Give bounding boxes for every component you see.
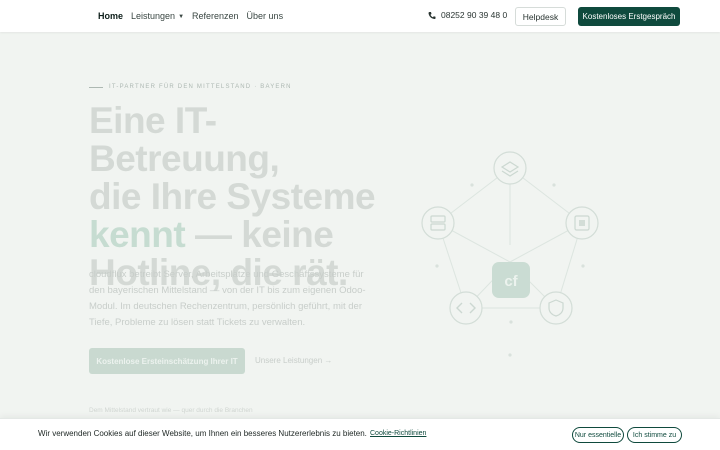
consultation-button[interactable]: Kostenloses Erstgespräch [578, 7, 680, 26]
headline-accent: kennt [89, 214, 186, 255]
cookie-text: Wir verwenden Cookies auf dieser Website… [38, 429, 367, 438]
phone-icon [428, 11, 436, 19]
nav-referenzen[interactable]: Referenzen [192, 11, 239, 21]
kicker-text: IT-PARTNER FÜR DEN MITTELSTAND · BAYERN [109, 84, 292, 90]
trust-text: Dem Mittelstand vertraut wie — quer durc… [89, 407, 253, 414]
services-link-label: Unsere Leistungen [255, 356, 323, 365]
essential-only-button[interactable]: Nur essentielle [572, 427, 624, 443]
service-diagram: cf [421, 151, 599, 357]
headline-line-1: Eine IT-Betreuung, [89, 100, 280, 179]
accept-cookies-button[interactable]: Ich stimme zu [627, 427, 682, 443]
server-icon [421, 206, 455, 240]
hero-kicker: IT-PARTNER FÜR DEN MITTELSTAND · BAYERN [89, 84, 292, 90]
headline-line-3-rest: — keine [185, 214, 334, 255]
layers-icon [493, 151, 527, 185]
phone-number: 08252 90 39 48 0 [441, 10, 508, 20]
cloudflux-logo-node: cf [492, 262, 530, 298]
site-header: Home Leistungen ▼ Referenzen Über uns 082… [0, 0, 720, 32]
nav-leistungen-label: Leistungen [131, 11, 176, 21]
kicker-line [89, 86, 103, 88]
code-icon [449, 291, 483, 325]
nav-home[interactable]: Home [98, 11, 123, 21]
headline-line-2: die Ihre Systeme [89, 176, 376, 217]
assessment-button[interactable]: Kostenlose Ersteinschätzung Ihrer IT [89, 348, 245, 374]
nav-leistungen[interactable]: Leistungen ▼ [131, 11, 184, 21]
diagram-center-label: cf [504, 273, 518, 290]
chevron-down-icon: ▼ [178, 14, 185, 20]
main-nav: Home Leistungen ▼ Referenzen Über uns [98, 0, 283, 32]
hero-headline: Eine IT-Betreuung, die Ihre Systeme kenn… [89, 102, 389, 292]
phone-link[interactable]: 08252 90 39 48 0 [428, 10, 507, 20]
cookie-banner: Wir verwenden Cookies auf dieser Website… [0, 418, 720, 450]
arrow-right-icon: → [324, 356, 333, 365]
hero-section: IT-PARTNER FÜR DEN MITTELSTAND · BAYERN … [0, 32, 720, 418]
cookie-policy-link[interactable]: Cookie-Richtlinien [370, 430, 426, 437]
shield-icon [539, 291, 573, 325]
hero-lead: cloudflux betreibt Server, Arbeitsplätze… [89, 269, 366, 328]
services-link[interactable]: Unsere Leistungen → [255, 356, 332, 365]
chip-icon [565, 206, 599, 240]
nav-ueber-uns[interactable]: Über uns [247, 11, 284, 21]
helpdesk-button[interactable]: Helpdesk [515, 7, 566, 26]
